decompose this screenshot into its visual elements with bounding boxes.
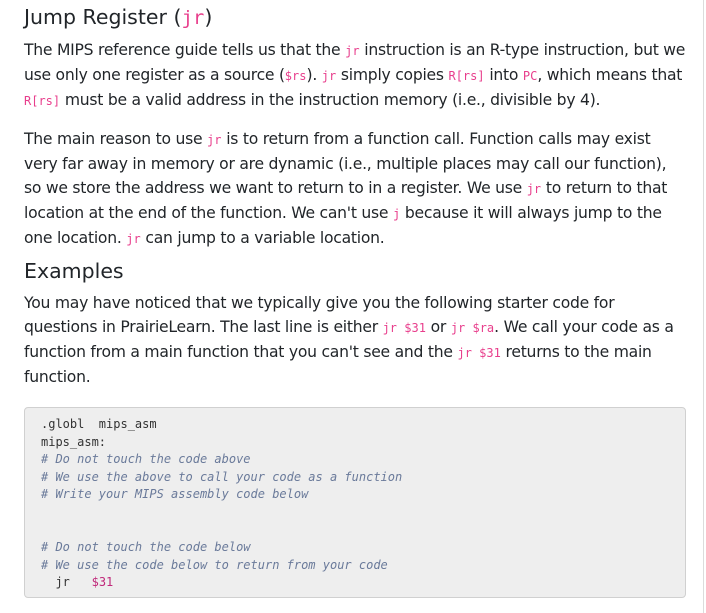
- starter-code-block: .globl mips_asm mips_asm: # Do not touch t…: [24, 407, 686, 598]
- paragraph-text: or: [425, 318, 451, 336]
- inline-code: jr: [345, 44, 360, 58]
- inline-code: jr: [526, 182, 542, 196]
- code-instruction: jr: [41, 575, 70, 590]
- inline-code: R[rs]: [448, 69, 485, 83]
- examples-paragraph: You may have noticed that we typically g…: [24, 291, 688, 389]
- paragraph-text: can jump to a variable location.: [140, 229, 385, 247]
- inline-code: PC: [522, 69, 538, 83]
- code-line: # We use the above to call your code as …: [41, 469, 403, 484]
- inline-code: jr $31: [382, 321, 426, 335]
- paragraph-text: into: [484, 66, 523, 84]
- code-register: $31: [91, 575, 114, 590]
- code-line: .globl mips_asm: [41, 417, 157, 431]
- paragraph-text: ).: [306, 66, 322, 84]
- code-line: # Do not touch the code above: [41, 452, 251, 467]
- paragraph-text: must be a valid address in the instructi…: [60, 91, 601, 109]
- inline-code: jr $ra: [450, 321, 495, 335]
- inline-code: jr: [207, 133, 222, 147]
- inline-code: R[rs]: [24, 94, 61, 108]
- inline-code: jr $31: [457, 346, 501, 360]
- content-page: Jump Register (jr) The MIPS reference gu…: [0, 0, 704, 613]
- paragraph-text: , which means that: [537, 66, 683, 84]
- code-gap: [70, 575, 92, 589]
- code-line: # Write your MIPS assembly code below: [41, 487, 309, 502]
- inline-code: jr: [126, 232, 141, 246]
- code-line: # Do not touch the code below: [41, 540, 251, 555]
- examples-heading: Examples: [24, 259, 124, 283]
- code-line: mips_asm:: [41, 434, 107, 449]
- paragraph-text: simply copies: [336, 66, 449, 84]
- paragraph-text: The main reason to use: [24, 130, 208, 148]
- jump-register-heading: Jump Register (jr): [24, 0, 687, 32]
- heading-paren-close: ): [204, 5, 213, 29]
- heading-text: Jump Register: [24, 5, 167, 29]
- code-line: jr $31: [41, 574, 669, 592]
- paragraph-text: The MIPS reference guide tells us that t…: [24, 41, 346, 59]
- heading-code: jr: [181, 7, 205, 29]
- inline-code: jr: [321, 69, 337, 83]
- jr-description-paragraph: The MIPS reference guide tells us that t…: [24, 38, 688, 113]
- jr-purpose-paragraph: The main reason to use jr is to return f…: [24, 127, 688, 251]
- code-line: # We use the code below to return from y…: [41, 557, 388, 572]
- inline-code: $rs: [284, 69, 307, 83]
